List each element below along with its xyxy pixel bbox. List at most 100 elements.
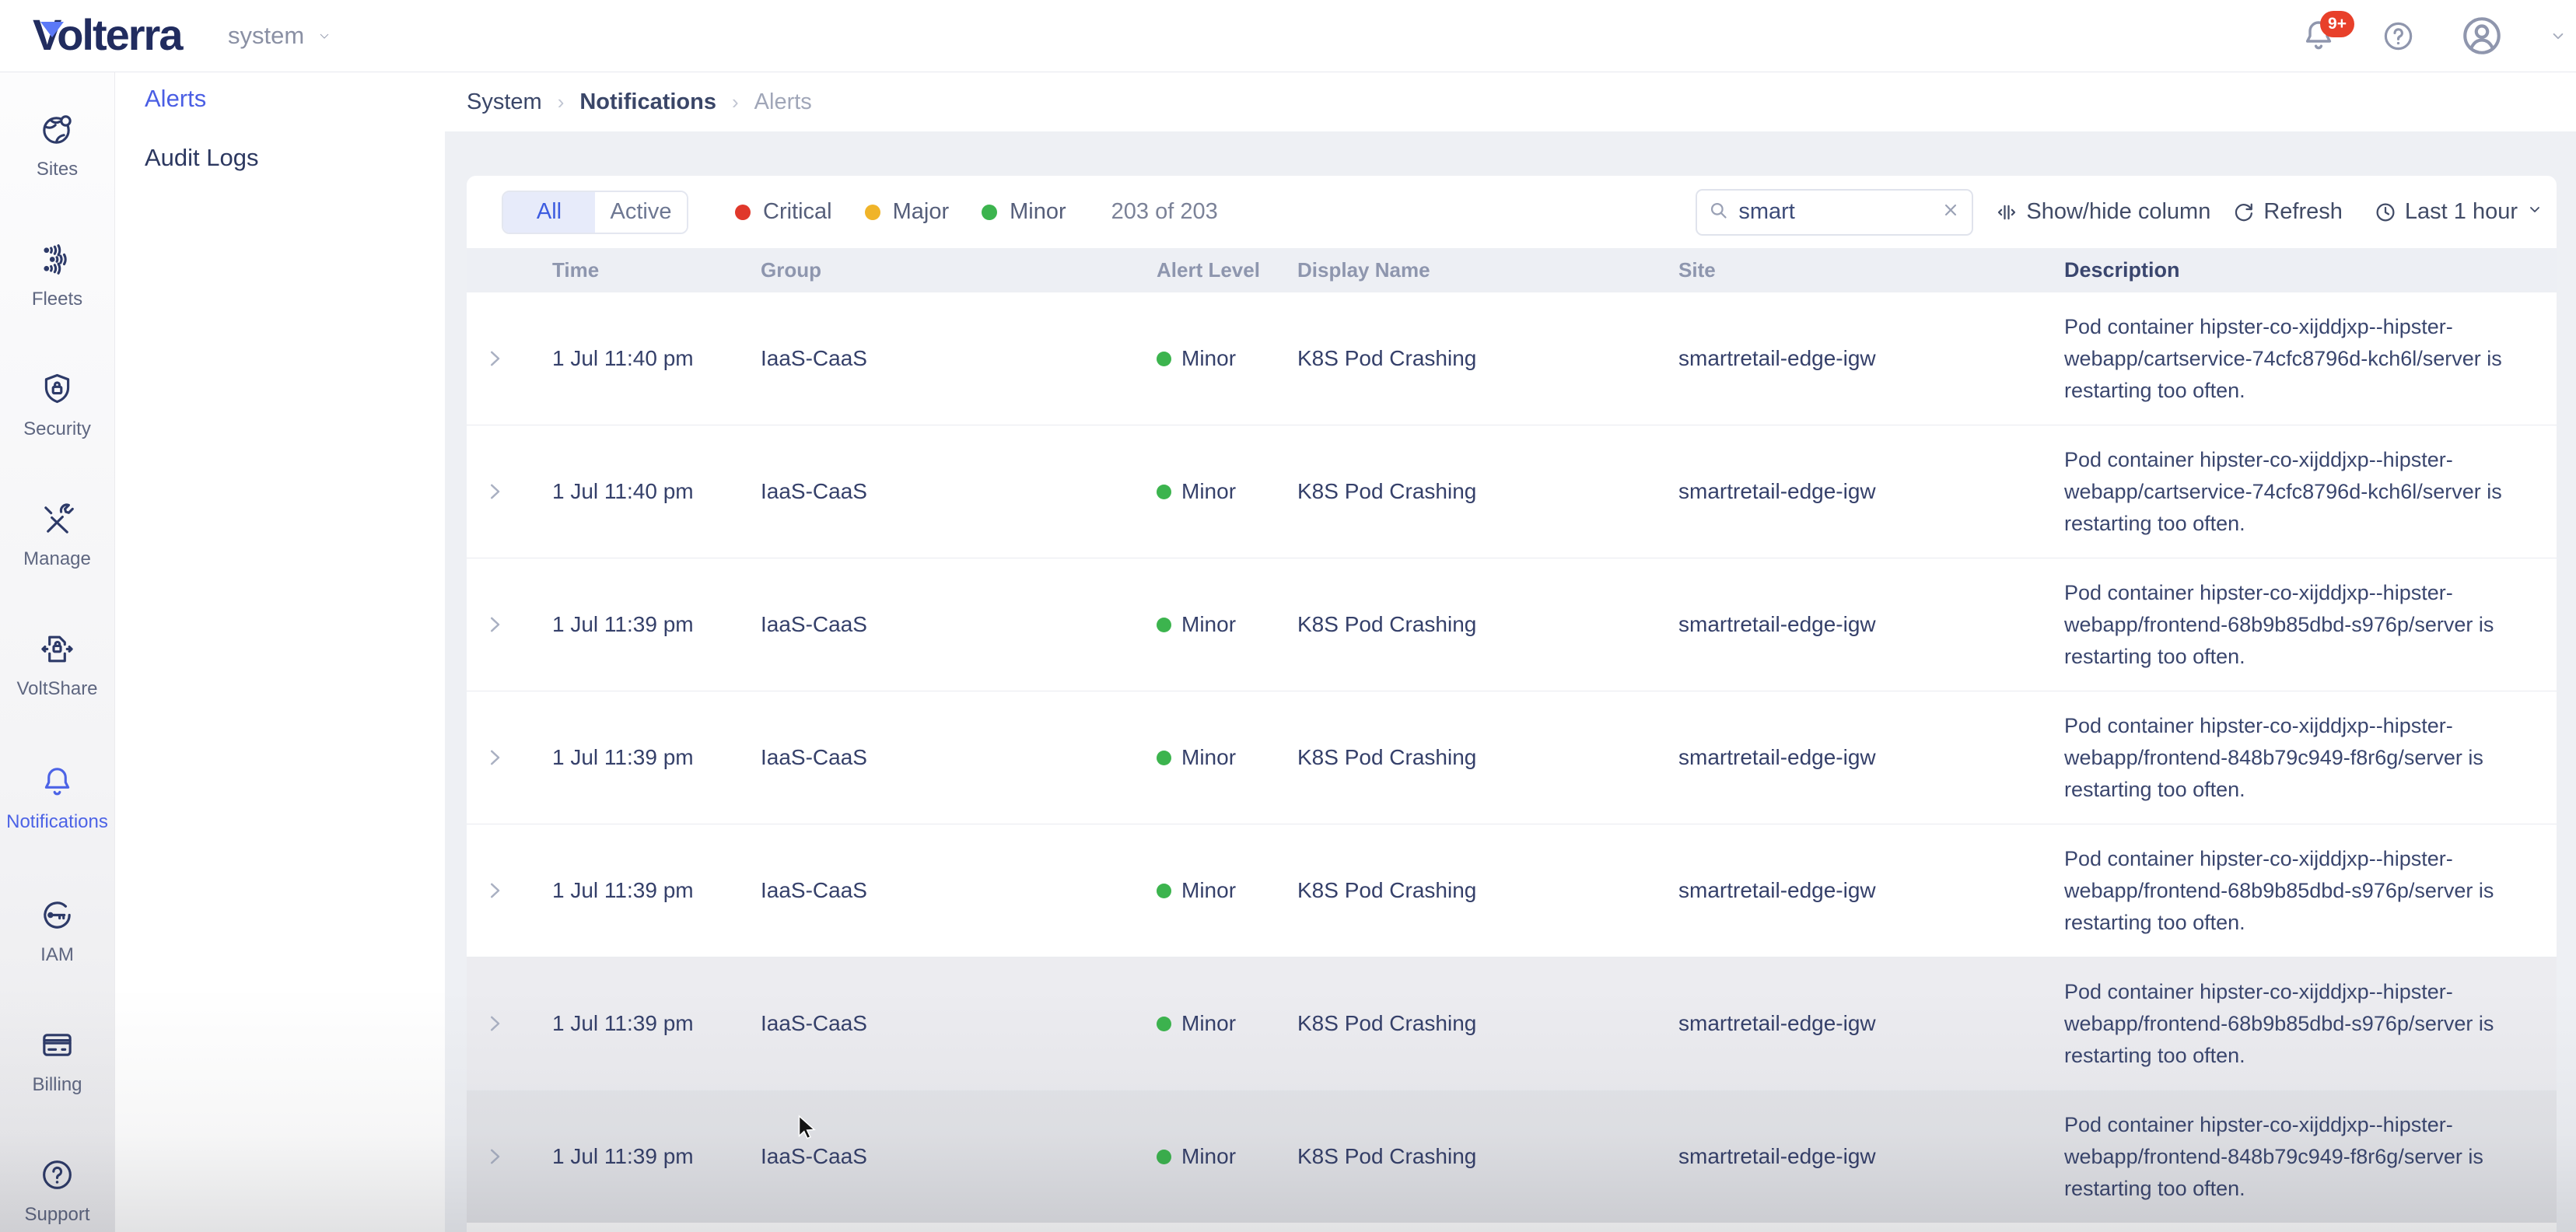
sidebar-item-label: Fleets (32, 289, 82, 310)
cell-display-name: K8S Pod Crashing (1291, 1144, 1672, 1169)
all-active-toggle: All Active (502, 191, 688, 234)
primary-nav-rail: Sites Fleets Security Manage VoltShare Notifi… (0, 72, 115, 1232)
breadcrumb-notifications[interactable]: Notifications (579, 89, 716, 115)
table-row[interactable]: 1 Jul 11:39 pmIaaS-CaaSMinorK8S Pod Cras… (467, 824, 2557, 957)
user-avatar-button[interactable] (2459, 13, 2504, 58)
table-row[interactable]: 1 Jul 11:40 pmIaaS-CaaSMinorK8S Pod Cras… (467, 292, 2557, 425)
tab-active[interactable]: Active (595, 192, 687, 233)
volterra-logo: Volterra (33, 9, 181, 60)
cell-group: IaaS-CaaS (754, 1011, 1147, 1036)
table-row[interactable]: 1 Jul 11:39 pmIaaS-CaaS Minor K8S Pod Cras… (467, 957, 2557, 1090)
refresh-icon (2232, 201, 2256, 224)
shield-lock-icon (39, 371, 75, 411)
cell-group: IaaS-CaaS (754, 878, 1147, 903)
legend-label: Major (893, 199, 950, 225)
table-header: TimeGroupAlert LevelDisplay NameSiteDesc… (467, 248, 2557, 292)
sidebar-item-label: IAM (40, 944, 74, 966)
search-box (1696, 189, 1973, 236)
cell-description: Pod container hipster-co-xijddjxp--hipst… (2061, 311, 2557, 407)
notifications-bell-button[interactable]: 9+ (2300, 17, 2337, 54)
breadcrumb-separator: › (732, 90, 739, 114)
show-hide-column-button[interactable]: Show/hide column (1995, 199, 2210, 225)
globe-icon (39, 111, 75, 152)
severity-dot-icon (982, 205, 997, 220)
cell-display-name: K8S Pod Crashing (1291, 1011, 1672, 1036)
chevron-down-icon (2548, 26, 2568, 46)
cell-description: Pod container hipster-co-xijddjxp--hipst… (2061, 577, 2557, 673)
severity-dot-icon (1157, 884, 1171, 898)
key-icon (39, 897, 75, 937)
legend-label: Critical (763, 199, 832, 225)
sidebar-item-alerts[interactable]: Alerts (145, 85, 445, 113)
cell-alert-level: Minor (1147, 346, 1291, 371)
alert-level-label: Minor (1181, 1011, 1236, 1036)
result-count: 203 of 203 (1111, 199, 1218, 225)
cell-time: 1 Jul 11:39 pm (537, 1011, 754, 1036)
sidebar-item-fleets[interactable]: Fleets (32, 241, 82, 310)
cell-alert-level: Minor (1147, 1144, 1291, 1169)
cell-site: smartretail-edge-igw (1672, 612, 2061, 637)
row-expander[interactable] (467, 879, 537, 902)
table-row[interactable]: 1 Jul 11:40 pmIaaS-CaaSMinorK8S Pod Cras… (467, 425, 2557, 558)
table-row[interactable]: 1 Jul 11:39 pmIaaS-CaaSMinorK8S Pod Cras… (467, 691, 2557, 824)
alert-level-label: Minor (1181, 878, 1236, 903)
row-expander[interactable] (467, 480, 537, 503)
table-row[interactable]: 1 Jul 11:39 pmIaaS-CaaSMinorK8S Pod Cras… (467, 1090, 2557, 1223)
filter-toolbar: All Active Critical Major Minor 203 of 203 (467, 176, 2557, 248)
sidebar-item-iam[interactable]: IAM (39, 897, 75, 966)
column-header-display-name: Display Name (1291, 258, 1672, 282)
legend-minor: Minor (982, 199, 1066, 225)
legend-critical: Critical (735, 199, 832, 225)
table-row[interactable]: 1 Jul 11:39 pmIaaS-CaaSMinorK8S Pod Cras… (467, 558, 2557, 691)
clear-search-icon[interactable] (1941, 200, 1961, 224)
help-button[interactable] (2381, 19, 2416, 54)
severity-dot-icon (1157, 618, 1171, 632)
row-expander[interactable] (467, 613, 537, 636)
sidebar-item-label: Manage (23, 548, 91, 570)
tenant-selector[interactable]: system (228, 0, 334, 72)
severity-legend: Critical Major Minor (702, 199, 1066, 225)
sidebar-item-billing[interactable]: Billing (32, 1027, 82, 1096)
sidebar-item-manage[interactable]: Manage (23, 501, 91, 570)
secure-share-icon (39, 631, 75, 671)
cell-site: smartretail-edge-igw (1672, 479, 2061, 504)
cell-alert-level: Minor (1147, 878, 1291, 903)
cell-time: 1 Jul 11:39 pm (537, 1144, 754, 1169)
sidebar-item-sites[interactable]: Sites (37, 111, 78, 180)
sidebar-item-label: Sites (37, 159, 78, 180)
refresh-button[interactable]: Refresh (2232, 199, 2343, 225)
cell-display-name: K8S Pod Crashing (1291, 612, 1672, 637)
row-expander[interactable] (467, 1145, 537, 1168)
cell-display-name: K8S Pod Crashing (1291, 745, 1672, 770)
column-header-group: Group (754, 258, 1147, 282)
sidebar-item-support[interactable]: Support (24, 1157, 89, 1226)
severity-dot-icon (1157, 1017, 1171, 1031)
cell-alert-level: Minor (1147, 745, 1291, 770)
main-content: System › Notifications › Alerts All Acti… (445, 72, 2576, 1232)
row-expander[interactable] (467, 1012, 537, 1035)
cell-site: smartretail-edge-igw (1672, 745, 2061, 770)
tab-all[interactable]: All (503, 192, 595, 233)
alert-level-label: Minor (1181, 745, 1236, 770)
sidebar-item-label: Notifications (6, 811, 108, 833)
column-header-description: Description (2061, 254, 2557, 286)
severity-dot-icon (1157, 485, 1171, 499)
sidebar-item-label: Billing (32, 1074, 82, 1096)
row-expander[interactable] (467, 347, 537, 370)
question-icon (39, 1157, 75, 1197)
cell-group: IaaS-CaaS (754, 745, 1147, 770)
notifications-submenu: Alerts Audit Logs (116, 72, 445, 1232)
cell-site: smartretail-edge-igw (1672, 878, 2061, 903)
sidebar-item-voltshare[interactable]: VoltShare (16, 631, 97, 700)
severity-dot-icon (735, 205, 751, 220)
alert-level-label: Minor (1181, 479, 1236, 504)
sidebar-item-notifications[interactable]: Notifications (6, 764, 108, 833)
search-input[interactable] (1737, 198, 1933, 226)
cell-site: smartretail-edge-igw (1672, 1144, 2061, 1169)
alert-level-label: Minor (1181, 612, 1236, 637)
breadcrumb-system[interactable]: System (467, 89, 542, 115)
row-expander[interactable] (467, 746, 537, 769)
sidebar-item-security[interactable]: Security (23, 371, 91, 440)
time-range-select[interactable]: Last 1 hour (2374, 199, 2544, 225)
sidebar-item-audit-logs[interactable]: Audit Logs (145, 144, 445, 172)
